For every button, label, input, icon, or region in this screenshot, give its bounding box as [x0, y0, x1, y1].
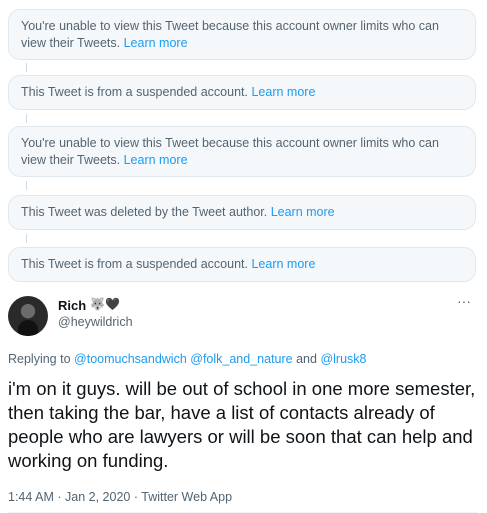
tweet-text: i'm on it guys. will be out of school in…	[8, 378, 476, 471]
tweet-source[interactable]: Twitter Web App	[141, 490, 232, 504]
notice-text: This Tweet was deleted by the Tweet auth…	[21, 205, 268, 219]
notice-text: This Tweet is from a suspended account.	[21, 257, 248, 271]
avatar[interactable]	[8, 296, 48, 336]
learn-more-link[interactable]: Learn more	[124, 36, 188, 50]
notice-text: This Tweet is from a suspended account.	[21, 85, 248, 99]
learn-more-link[interactable]: Learn more	[124, 153, 188, 167]
thread-connector	[26, 63, 27, 72]
mention-link[interactable]: @toomuchsandwich	[74, 352, 187, 366]
thread-connector	[26, 181, 27, 190]
mention-joiner: and	[296, 352, 317, 366]
replying-prefix: Replying to	[8, 352, 71, 366]
notice-text: You're unable to view this Tweet because…	[21, 18, 439, 50]
thread-connector	[26, 234, 27, 243]
learn-more-link[interactable]: Learn more	[251, 257, 315, 271]
meta-separator: ·	[57, 490, 62, 504]
thread-connector	[26, 114, 27, 123]
meta-separator: ·	[133, 490, 139, 504]
notice-deleted: This Tweet was deleted by the Tweet auth…	[8, 195, 476, 230]
notice-protected-1: You're unable to view this Tweet because…	[8, 9, 476, 60]
more-options-icon[interactable]: ···	[454, 294, 474, 312]
tweet-metadata: 1:44 AM · Jan 2, 2020 · Twitter Web App	[8, 490, 232, 504]
mention-link[interactable]: @folk_and_nature	[190, 352, 292, 366]
notice-suspended-1: This Tweet is from a suspended account. …	[8, 75, 476, 110]
replying-to: Replying to @toomuchsandwich @folk_and_n…	[8, 352, 366, 366]
tweet-date[interactable]: Jan 2, 2020	[65, 490, 130, 504]
mention-link[interactable]: @lrusk8	[320, 352, 366, 366]
learn-more-link[interactable]: Learn more	[271, 205, 335, 219]
author-name[interactable]: Rich	[58, 298, 86, 313]
learn-more-link[interactable]: Learn more	[251, 85, 315, 99]
author-handle[interactable]: @heywildrich	[58, 315, 133, 329]
notice-suspended-2: This Tweet is from a suspended account. …	[8, 247, 476, 282]
tweet-time[interactable]: 1:44 AM	[8, 490, 54, 504]
notice-protected-2: You're unable to view this Tweet because…	[8, 126, 476, 177]
notice-text: You're unable to view this Tweet because…	[21, 135, 439, 167]
name-emoji-badges: 🐺🖤	[90, 297, 120, 311]
